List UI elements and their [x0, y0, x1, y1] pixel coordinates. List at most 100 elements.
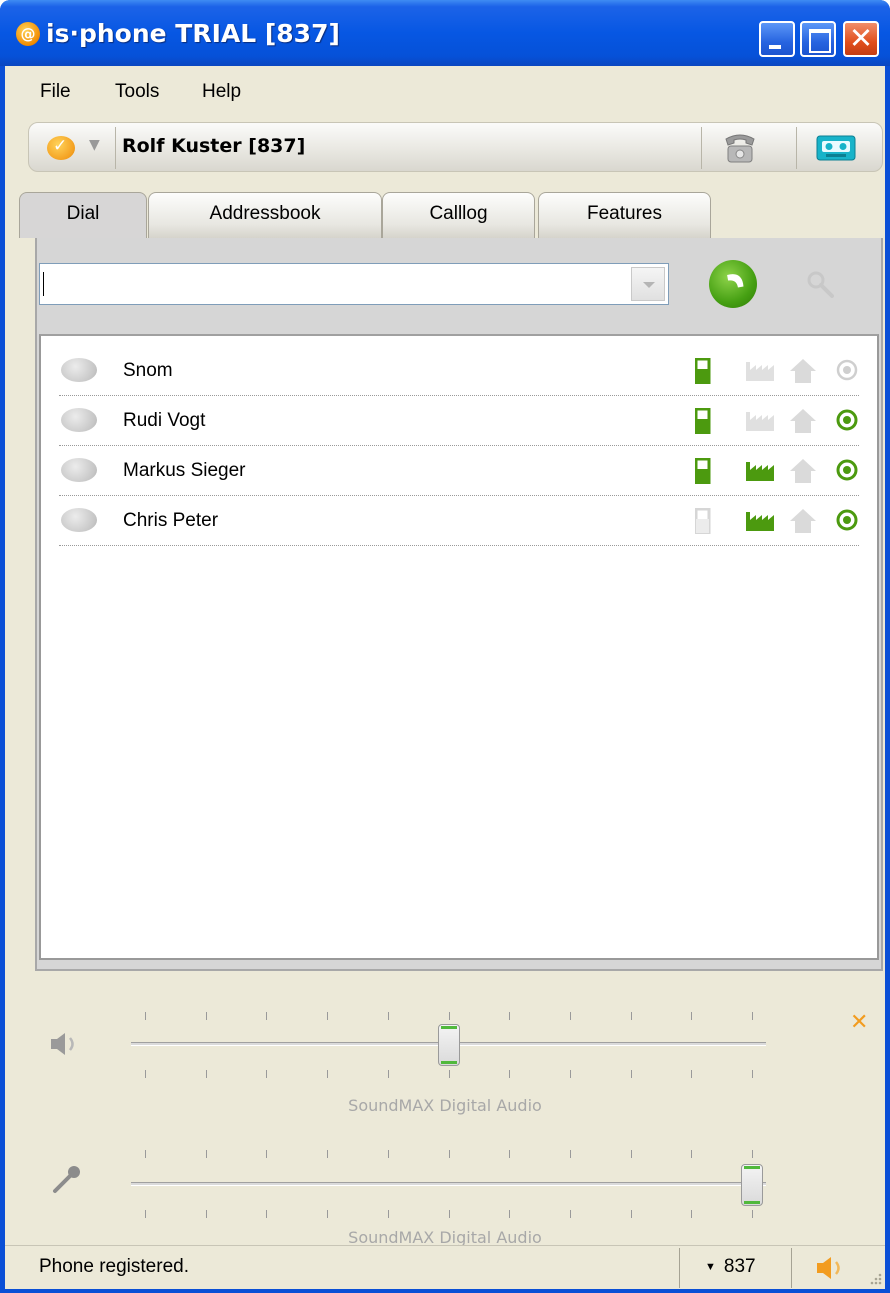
window-title: is·phone TRIAL [837] [46, 19, 340, 48]
microphone-volume-slider[interactable] [5, 1118, 885, 1228]
status-text: Phone registered. [39, 1256, 189, 1277]
tick-mark [569, 1210, 571, 1218]
tick-mark [266, 1150, 268, 1158]
tick-marks [5, 1150, 885, 1158]
tick-mark [205, 1070, 207, 1078]
tick-mark [266, 1210, 268, 1218]
tick-mark [145, 1150, 146, 1158]
text-caret [43, 272, 44, 296]
title-bar[interactable]: @ is·phone TRIAL [837] ✕ [0, 0, 890, 66]
list-item[interactable]: Snom [59, 346, 859, 396]
divider [115, 127, 116, 169]
tick-mark [691, 1150, 693, 1158]
tick-mark [752, 1070, 753, 1078]
list-item[interactable]: Chris Peter [59, 496, 859, 546]
resize-grip-icon[interactable] [867, 1270, 883, 1286]
tick-mark [205, 1210, 207, 1218]
speaker-icon[interactable] [815, 1254, 847, 1282]
tick-mark [569, 1012, 571, 1020]
speaker-device-label: SoundMAX Digital Audio [348, 1096, 542, 1115]
dial-panel: Snom Rudi Vogt Markus Sieger Chris Peter [35, 238, 883, 971]
call-icon [727, 274, 744, 288]
divider [701, 127, 702, 169]
message-icon[interactable] [61, 358, 97, 382]
menu-tools[interactable]: Tools [115, 81, 159, 103]
work-icon[interactable] [745, 358, 775, 382]
call-button[interactable] [709, 260, 757, 308]
user-bar: ▼ Rolf Kuster [837] [28, 122, 883, 172]
tick-mark [509, 1210, 511, 1218]
tick-mark [691, 1012, 693, 1020]
tab-features[interactable]: Features [538, 192, 711, 238]
mobile-icon[interactable] [695, 408, 711, 434]
mobile-icon[interactable] [695, 358, 711, 384]
menu-file[interactable]: File [40, 81, 71, 103]
tab-dial[interactable]: Dial [19, 192, 147, 238]
work-icon[interactable] [745, 508, 775, 532]
tick-mark [387, 1070, 389, 1078]
home-icon[interactable] [789, 458, 817, 484]
tick-mark [509, 1070, 511, 1078]
mobile-icon[interactable] [695, 508, 711, 534]
search-icon[interactable] [805, 269, 837, 301]
list-item[interactable]: Rudi Vogt [59, 396, 859, 446]
tick-mark [752, 1150, 753, 1158]
tick-mark [630, 1012, 632, 1020]
tick-marks [5, 1070, 885, 1078]
tick-mark [509, 1150, 511, 1158]
message-icon[interactable] [61, 408, 97, 432]
tick-mark [205, 1012, 207, 1020]
message-icon[interactable] [61, 458, 97, 482]
home-icon[interactable] [789, 408, 817, 434]
list-item[interactable]: Markus Sieger [59, 446, 859, 496]
contact-name: Chris Peter [123, 510, 219, 531]
contact-name: Markus Sieger [123, 460, 246, 481]
tick-mark [145, 1070, 146, 1078]
microphone-volume-thumb[interactable] [741, 1164, 763, 1206]
tab-bar: Dial Addressbook Calllog Features [19, 192, 719, 238]
dial-number-input[interactable] [39, 263, 669, 305]
tick-marks [5, 1012, 885, 1020]
close-window-button[interactable]: ✕ [843, 21, 879, 57]
tick-mark [569, 1150, 571, 1158]
line-selector[interactable]: ▼ 837 [705, 1256, 756, 1278]
app-icon: @ [16, 22, 40, 46]
divider [796, 127, 797, 169]
home-icon[interactable] [789, 358, 817, 384]
audio-controls: ✕ SoundMAX Digital Audio SoundMAX Digita… [5, 978, 885, 1247]
presence-status-icon[interactable] [47, 136, 75, 160]
line-number: 837 [723, 1256, 756, 1277]
tick-mark [387, 1012, 389, 1020]
phone-icon[interactable] [722, 131, 758, 165]
tick-mark [327, 1012, 329, 1020]
speaker-volume-thumb[interactable] [437, 1024, 460, 1066]
tick-mark [569, 1070, 571, 1078]
tape-icon[interactable] [816, 135, 856, 161]
contact-name: Rudi Vogt [123, 410, 206, 431]
tick-mark [509, 1012, 511, 1020]
home-icon[interactable] [789, 508, 817, 534]
work-icon[interactable] [745, 458, 775, 482]
menu-help[interactable]: Help [202, 81, 241, 103]
maximize-button[interactable] [800, 21, 836, 57]
tick-mark [327, 1070, 329, 1078]
app-window: @ is·phone TRIAL [837] ✕ File Tools Help… [0, 0, 890, 1293]
contact-list[interactable]: Snom Rudi Vogt Markus Sieger Chris Peter [39, 334, 879, 960]
work-icon[interactable] [745, 408, 775, 432]
tick-mark [448, 1012, 450, 1020]
mobile-icon[interactable] [695, 458, 711, 484]
chevron-down-icon[interactable]: ▼ [89, 137, 100, 153]
message-icon[interactable] [61, 508, 97, 532]
menu-bar: File Tools Help [5, 66, 885, 116]
minimize-button[interactable] [759, 21, 795, 57]
tick-mark [448, 1210, 450, 1218]
speaker-volume-slider[interactable] [5, 978, 885, 1088]
tab-addressbook[interactable]: Addressbook [148, 192, 382, 238]
tick-mark [448, 1070, 450, 1078]
user-name: Rolf Kuster [837] [122, 135, 306, 157]
tick-mark [327, 1150, 329, 1158]
online-status-icon [836, 359, 858, 381]
dial-history-dropdown[interactable] [631, 267, 665, 301]
tab-calllog[interactable]: Calllog [382, 192, 535, 238]
status-bar: Phone registered. ▼ 837 [5, 1245, 885, 1289]
